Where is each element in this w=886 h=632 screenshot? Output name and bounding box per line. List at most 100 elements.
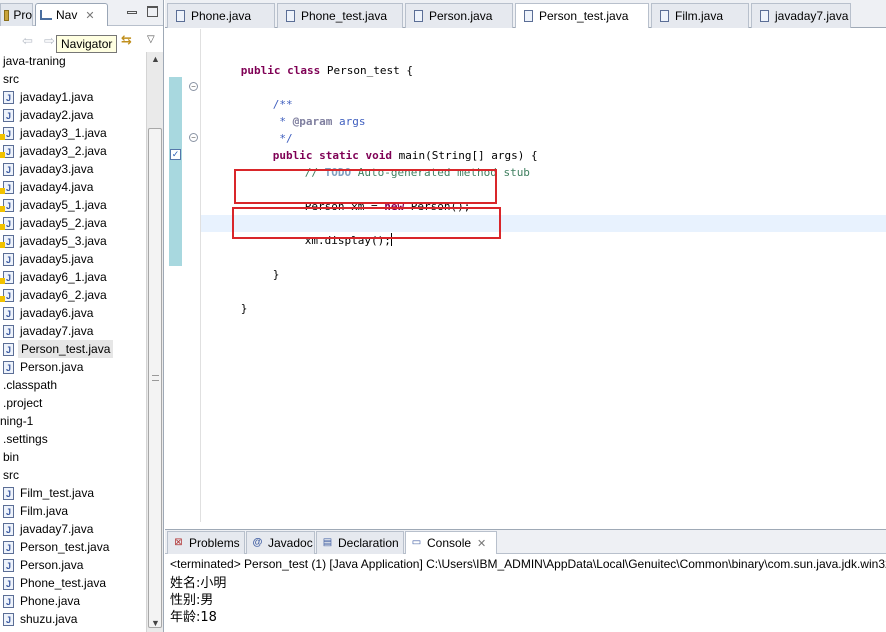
tree-item[interactable]: ning-1 [0,412,146,430]
tree-item[interactable]: javaday4.java [0,178,146,197]
tree-item[interactable]: Person_test.java [0,340,146,359]
tree-item[interactable]: Person.java [0,358,146,377]
java-file-icon [286,10,295,22]
tree-item[interactable]: Film_test.java [0,484,146,503]
tree-item[interactable]: javaday7.java [0,520,146,539]
editor-tab[interactable]: Film.java [651,3,749,28]
tree-item-label: shuzu.java [20,612,78,626]
java-file-icon [3,161,14,179]
task-check-icon[interactable]: ✓ [170,149,181,160]
tab-problems[interactable]: ⊠ Problems [167,531,245,554]
vertical-scrollbar[interactable]: ▲ ▼ [146,52,163,632]
view-menu-icon[interactable]: ▽ [147,34,155,45]
tab-declaration[interactable]: ▤ Declaration [316,531,404,554]
warning-icon [0,224,5,230]
tree-item[interactable]: shuzu.java [0,610,146,629]
tree-item[interactable]: javaday3_2.java [0,142,146,161]
tree-item[interactable]: Person_test.java [0,538,146,557]
code-text-area[interactable]: public class Person_test { /** * @param … [200,29,886,522]
javadoc-icon: @ [252,536,263,548]
tree-item[interactable]: javaday5_3.java [0,232,146,251]
editor-tab[interactable]: Person.java [405,3,513,28]
tree-item[interactable]: Person.java [0,556,146,575]
tree-item-label: javaday7.java [20,522,94,536]
tree-item[interactable]: Phone.java [0,592,146,611]
link-with-editor-icon[interactable]: ⇆ [121,32,135,47]
console-icon: ▭ [411,536,422,548]
tab-navigator[interactable]: Nav ✕ [35,3,108,26]
tree-item[interactable]: javaday2.java [0,106,146,125]
tree-item[interactable]: src [0,466,146,484]
tree-item-label: .project [3,396,43,410]
editor-tab-bar: Phone.java Phone_test.java Person.java Pers… [165,0,886,28]
tree-item-label: Person_test.java [20,540,110,554]
tree-item-label: ning-1 [0,414,34,428]
tree-item[interactable]: .settings [0,430,146,448]
tree-item[interactable]: bin [0,448,146,466]
scrollbar-thumb[interactable] [148,128,162,628]
highlight-box [234,169,497,204]
tree-item[interactable]: javaday3_1.java [0,124,146,143]
tree-item-label: javaday7.java [20,324,94,338]
tree-item[interactable]: javaday5.java [0,250,146,269]
tree-item-label: Person_test.java [18,340,114,358]
tree-item-label: Film_test.java [20,486,95,500]
tree-item[interactable]: .classpath [0,376,146,394]
tree-item[interactable]: Film.java [0,502,146,521]
tree-item-label: javaday5_1.java [20,198,107,212]
tree-item[interactable]: javaday7.java [0,322,146,341]
navigator-icon [40,10,52,20]
java-file-icon [3,503,14,521]
code-editor[interactable]: ✓ − − public class Person_test { /** * @… [165,29,886,522]
tree-item[interactable]: javaday5_1.java [0,196,146,215]
fold-collapse-icon[interactable]: − [189,82,198,91]
tab-project-explorer[interactable]: Pro [0,3,33,26]
tree-item-label: javaday6.java [20,306,94,320]
java-file-icon [3,323,14,341]
code-line: // TODO Auto-generated method stub [304,166,530,179]
tree-item-label: .settings [3,432,48,446]
highlight-box [232,207,501,239]
tree-item[interactable]: javaday5_2.java [0,214,146,233]
close-icon[interactable]: ✕ [85,9,94,22]
editor-tab-label: Person.java [429,9,493,23]
tree-item[interactable]: javaday6.java [0,304,146,323]
maximize-button[interactable] [147,6,158,17]
tree-item[interactable]: javaday6_1.java [0,268,146,287]
tree-item[interactable]: src [0,70,146,88]
console-output-line: 年龄:18 [170,610,217,625]
tree-item[interactable]: javaday3.java [0,160,146,179]
warning-icon [0,152,5,158]
fold-collapse-icon[interactable]: − [189,133,198,142]
tree-item[interactable]: .project [0,394,146,412]
tree-item-label: src [3,72,19,86]
java-file-icon [3,359,14,377]
warning-icon [0,134,5,140]
warning-icon [0,206,5,212]
editor-tab[interactable]: Phone.java [167,3,275,28]
tree-item[interactable]: javaday6_2.java [0,286,146,305]
editor-tab-label: Phone.java [191,9,252,23]
forward-arrow-icon[interactable]: ⇨ [44,33,55,49]
tab-javadoc[interactable]: @ Javadoc [246,531,315,554]
tree-item-label: Person.java [20,360,84,374]
tree-item[interactable]: javaday1.java [0,88,146,107]
scroll-up-icon[interactable]: ▲ [151,54,160,64]
scroll-down-icon[interactable]: ▼ [151,618,160,628]
editor-tab[interactable]: Person_test.java [515,3,649,28]
editor-tab-label: Phone_test.java [301,9,388,23]
editor-tab[interactable]: javaday7.java [751,3,851,28]
tree-item[interactable]: Phone_test.java [0,574,146,593]
back-arrow-icon[interactable]: ⇦ [22,33,33,49]
tree-item-label: Film.java [20,504,69,518]
tree-item-label: javaday6_1.java [20,270,107,284]
java-file-icon [660,10,669,22]
editor-tab[interactable]: Phone_test.java [277,3,403,28]
minimize-button[interactable] [127,11,137,14]
warning-icon [0,278,5,284]
java-file-icon [3,557,14,575]
tree-item-label: java-traning [3,54,66,68]
tab-console[interactable]: ▭ Console ✕ [405,531,497,554]
close-icon[interactable]: ✕ [477,537,486,550]
tree-item[interactable]: java-traning [0,52,146,70]
